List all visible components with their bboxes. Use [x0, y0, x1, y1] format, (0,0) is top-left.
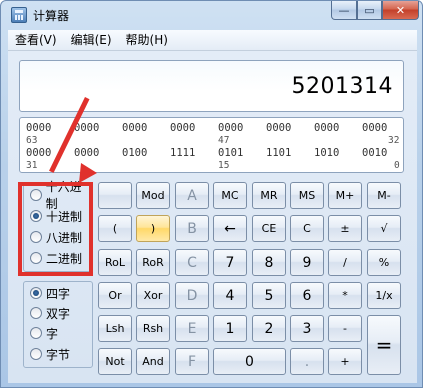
mc-key[interactable]: MC: [213, 182, 247, 209]
xor-key[interactable]: Xor: [136, 282, 170, 309]
bit-group: 0000: [362, 122, 388, 134]
percent-key[interactable]: %: [367, 249, 401, 276]
close-paren-key[interactable]: ): [136, 215, 170, 242]
calculator-window: 计算器 — ▭ ✕ 查看(V) 编辑(E) 帮助(H) 5201314 0000…: [0, 0, 423, 388]
hex-c-key[interactable]: C: [175, 249, 209, 276]
menu-help[interactable]: 帮助(H): [119, 30, 175, 50]
bits-row-low: 0000 0000 0100 1111 0101 1101 1010 0010: [26, 147, 410, 159]
radio-label: 四字: [46, 286, 71, 301]
lsh-key[interactable]: Lsh: [98, 315, 132, 342]
menu-edit[interactable]: 编辑(E): [64, 30, 119, 50]
bit-group: 0000: [74, 122, 100, 134]
digit-7-key[interactable]: 7: [213, 249, 247, 276]
annotation-arrow-head: [79, 163, 97, 183]
bit-group: 0000: [266, 122, 292, 134]
bit-index: 47: [218, 135, 230, 146]
rol-key[interactable]: RoL: [98, 249, 132, 276]
bit-group: 0000: [170, 122, 196, 134]
clear-key[interactable]: C: [290, 215, 324, 242]
word-size-radio-group: 四字 双字 字 字节: [23, 281, 93, 368]
radio-button[interactable]: [30, 348, 42, 360]
open-paren-key[interactable]: (: [98, 215, 132, 242]
radio-label: 字节: [46, 347, 71, 362]
mr-key[interactable]: MR: [252, 182, 286, 209]
menu-view[interactable]: 查看(V): [8, 30, 64, 50]
digit-9-key[interactable]: 9: [290, 249, 324, 276]
and-key[interactable]: And: [136, 348, 170, 375]
bit-group: 0000: [74, 147, 100, 159]
maximize-button[interactable]: ▭: [357, 1, 382, 20]
bit-group: 0010: [362, 147, 388, 159]
result-display: 5201314: [19, 60, 404, 112]
bit-index: 63: [26, 135, 38, 146]
ce-key[interactable]: CE: [252, 215, 286, 242]
multiply-key[interactable]: *: [328, 282, 362, 309]
bit-group: 0000: [218, 122, 244, 134]
bits-row-high: 0000 0000 0000 0000 0000 0000 0000 0000: [26, 122, 410, 134]
radio-button[interactable]: [30, 307, 42, 319]
display-value: 5201314: [291, 74, 393, 99]
menu-bar: 查看(V) 编辑(E) 帮助(H): [8, 30, 417, 51]
digit-2-key[interactable]: 2: [252, 315, 286, 342]
bit-group: 0100: [122, 147, 148, 159]
hex-d-key[interactable]: D: [175, 282, 209, 309]
bit-index: 32: [388, 135, 400, 146]
divide-key[interactable]: /: [328, 249, 362, 276]
bit-group: 0101: [218, 147, 244, 159]
minimize-button[interactable]: —: [331, 1, 357, 20]
hex-b-key[interactable]: B: [175, 215, 209, 242]
radio-button[interactable]: [30, 327, 42, 339]
bit-group: 1010: [314, 147, 340, 159]
not-key[interactable]: Not: [98, 348, 132, 375]
calculator-icon: [11, 7, 27, 23]
bit-group: 0000: [26, 147, 52, 159]
bit-group: 0000: [314, 122, 340, 134]
bit-index: 15: [218, 160, 230, 171]
radio-button-selected[interactable]: [30, 287, 42, 299]
reciprocal-key[interactable]: 1/x: [367, 282, 401, 309]
radio-label: 双字: [46, 306, 71, 321]
add-key[interactable]: +: [328, 348, 362, 375]
title-bar[interactable]: 计算器 — ▭ ✕: [1, 1, 422, 29]
radio-byte[interactable]: 字节: [30, 345, 70, 363]
sqrt-key[interactable]: √: [367, 215, 401, 242]
bit-group: 0000: [122, 122, 148, 134]
mod-key[interactable]: Mod: [136, 182, 170, 209]
hex-a-key[interactable]: A: [175, 182, 209, 209]
negate-key[interactable]: ±: [328, 215, 362, 242]
rsh-key[interactable]: Rsh: [136, 315, 170, 342]
radio-dword[interactable]: 双字: [30, 304, 70, 322]
decimal-key[interactable]: .: [290, 348, 324, 375]
radio-word[interactable]: 字: [30, 324, 58, 342]
bit-group: 1101: [266, 147, 292, 159]
bit-index: 0: [394, 160, 400, 171]
backspace-key[interactable]: ←: [213, 215, 247, 242]
window-title: 计算器: [33, 9, 70, 23]
m-minus-key[interactable]: M-: [367, 182, 401, 209]
radio-label: 字: [46, 326, 59, 341]
ror-key[interactable]: RoR: [136, 249, 170, 276]
hex-e-key[interactable]: E: [175, 315, 209, 342]
ms-key[interactable]: MS: [290, 182, 324, 209]
blank-key[interactable]: [98, 182, 132, 209]
digit-5-key[interactable]: 5: [252, 282, 286, 309]
digit-3-key[interactable]: 3: [290, 315, 324, 342]
digit-0-key[interactable]: 0: [213, 348, 286, 375]
digit-4-key[interactable]: 4: [213, 282, 247, 309]
digit-8-key[interactable]: 8: [252, 249, 286, 276]
or-key[interactable]: Or: [98, 282, 132, 309]
equals-key[interactable]: =: [367, 315, 401, 375]
digit-1-key[interactable]: 1: [213, 315, 247, 342]
digit-6-key[interactable]: 6: [290, 282, 324, 309]
radio-qword[interactable]: 四字: [30, 284, 70, 302]
hex-f-key[interactable]: F: [175, 348, 209, 375]
bit-index: 31: [26, 160, 38, 171]
subtract-key[interactable]: -: [328, 315, 362, 342]
m-plus-key[interactable]: M+: [328, 182, 362, 209]
bit-group: 1111: [170, 147, 196, 159]
close-button[interactable]: ✕: [382, 1, 419, 20]
annotation-highlight-box: [18, 182, 93, 276]
